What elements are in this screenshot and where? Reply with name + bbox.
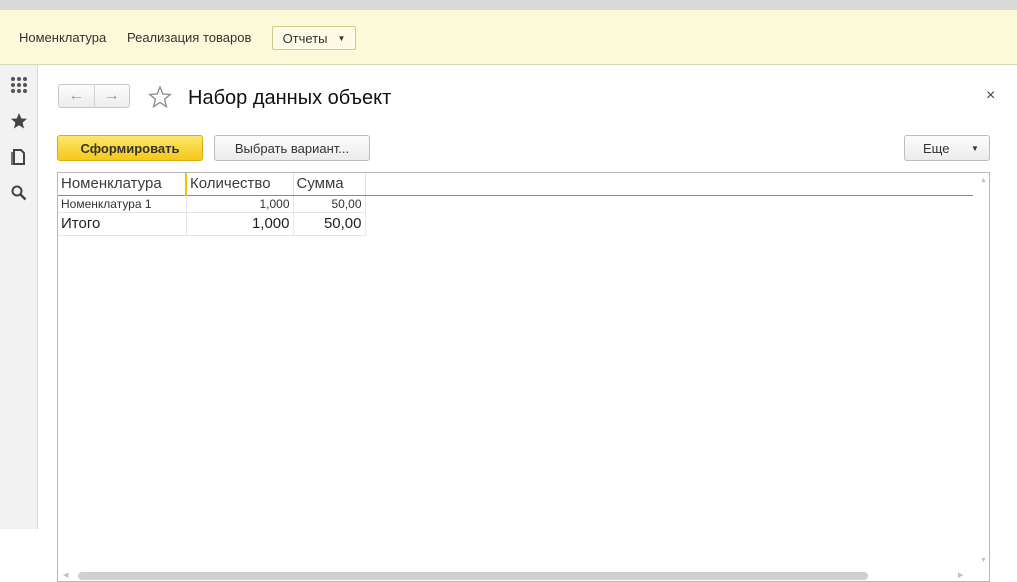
report-table: Номенклатура Количество Сумма Номенклату… bbox=[58, 173, 366, 236]
favorites-star-icon[interactable] bbox=[9, 111, 29, 131]
total-row[interactable]: Итого 1,000 50,00 bbox=[58, 212, 366, 236]
page-title: Набор данных объект bbox=[188, 87, 392, 109]
nav-link-sales[interactable]: Реализация товаров bbox=[127, 30, 251, 45]
column-header: Номенклатура bbox=[58, 173, 187, 196]
column-header: Сумма bbox=[293, 173, 366, 196]
scroll-up-arrow-icon[interactable]: ▲ bbox=[980, 177, 987, 184]
sidebar bbox=[0, 65, 38, 529]
horizontal-scroll-thumb[interactable] bbox=[78, 572, 868, 580]
report-form: ← → Набор данных объект × Сформировать В… bbox=[38, 65, 1017, 582]
more-button-label: Еще bbox=[923, 141, 950, 156]
forward-arrow-icon[interactable]: → bbox=[93, 85, 130, 107]
scroll-down-arrow-icon[interactable]: ▼ bbox=[980, 557, 987, 564]
table-cell[interactable]: Номенклатура 1 bbox=[58, 195, 187, 213]
history-nav-group: ← → bbox=[58, 84, 130, 108]
table-cell[interactable]: 1,000 bbox=[186, 212, 294, 236]
report-spreadsheet[interactable]: Номенклатура Количество Сумма Номенклату… bbox=[57, 172, 990, 582]
chevron-down-icon: ▼ bbox=[337, 33, 346, 43]
add-to-favorites-star-icon[interactable] bbox=[148, 85, 172, 109]
reports-menu-label: Отчеты bbox=[282, 30, 328, 46]
apps-grid-icon[interactable] bbox=[9, 75, 29, 95]
header-underline bbox=[364, 195, 973, 196]
table-cell[interactable]: 1,000 bbox=[186, 195, 294, 213]
chevron-down-icon: ▼ bbox=[971, 144, 979, 153]
table-cell[interactable]: Итого bbox=[58, 212, 187, 236]
vertical-scrollbar[interactable]: ▲ ▼ bbox=[977, 173, 989, 581]
section-panel: Номенклатура Реализация товаров Отчеты ▼ bbox=[0, 10, 1017, 65]
reports-menu-button[interactable]: Отчеты ▼ bbox=[272, 26, 356, 50]
table-header-row: Номенклатура Количество Сумма bbox=[58, 173, 366, 196]
column-header: Количество bbox=[186, 173, 294, 196]
history-icon[interactable] bbox=[9, 147, 29, 167]
table-cell[interactable]: 50,00 bbox=[293, 195, 366, 213]
close-icon[interactable]: × bbox=[986, 87, 995, 105]
horizontal-scrollbar[interactable]: ◀ ▶ bbox=[58, 567, 975, 581]
scroll-right-arrow-icon[interactable]: ▶ bbox=[958, 571, 963, 579]
nav-link-nomenclature[interactable]: Номенклатура bbox=[19, 30, 106, 45]
more-button[interactable]: Еще ▼ bbox=[904, 135, 990, 161]
scroll-left-arrow-icon[interactable]: ◀ bbox=[63, 571, 68, 579]
search-icon[interactable] bbox=[9, 183, 29, 203]
window-top-strip bbox=[0, 0, 1017, 10]
generate-button[interactable]: Сформировать bbox=[57, 135, 203, 161]
table-row[interactable]: Номенклатура 1 1,000 50,00 bbox=[58, 195, 366, 213]
back-arrow-icon[interactable]: ← bbox=[59, 85, 94, 107]
choose-variant-button[interactable]: Выбрать вариант... bbox=[214, 135, 370, 161]
table-cell[interactable]: 50,00 bbox=[293, 212, 366, 236]
